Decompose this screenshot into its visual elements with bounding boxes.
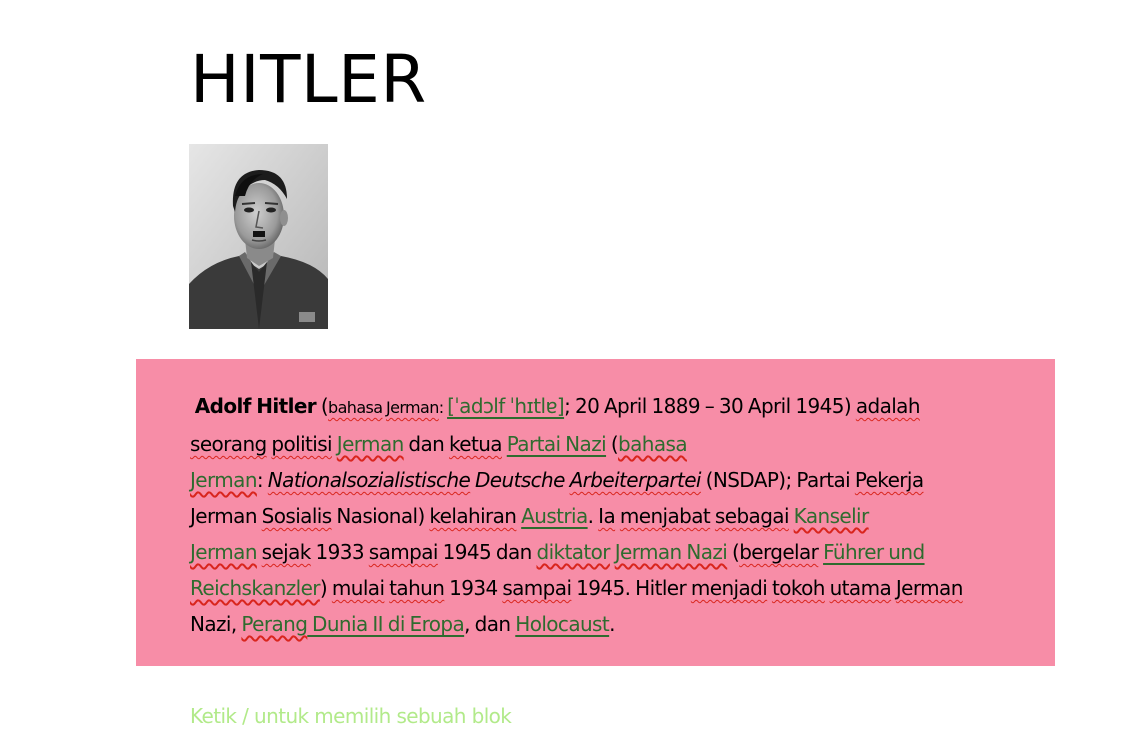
spellcheck-word: mulai	[331, 576, 385, 600]
text-run: :	[438, 398, 448, 417]
spellcheck-word: menjabat	[619, 504, 711, 528]
spellcheck-word: Jerman	[895, 576, 963, 600]
link-jerman[interactable]: Jerman	[337, 432, 404, 456]
spellcheck-word: tahun	[389, 576, 445, 600]
page-title[interactable]: HITLER	[190, 40, 427, 120]
spellcheck-word: Pekerja	[854, 468, 924, 492]
spellcheck-word: sejak	[261, 540, 312, 564]
bold-name: Adolf Hitler	[194, 394, 317, 418]
spellcheck-word: kelahiran	[429, 504, 517, 528]
link-partai-nazi[interactable]: Partai Nazi	[507, 432, 607, 456]
link-bahasa-jerman[interactable]: Jerman	[190, 468, 257, 492]
text-run: (	[316, 394, 329, 418]
italic-word: Nationalsozialistische	[267, 468, 471, 492]
text-run: Nazi,	[190, 612, 242, 636]
spellcheck-word: adalah	[855, 394, 921, 418]
spellcheck-word: Sosialis	[261, 504, 333, 528]
portrait-photo-icon	[189, 144, 328, 329]
spellcheck-word: tokoh	[771, 576, 825, 600]
text-run: 1934	[444, 576, 503, 600]
link-kanselir-jerman[interactable]: Jerman	[190, 540, 257, 564]
link-fuhrer[interactable]: Führer und	[823, 540, 925, 564]
text-run: , dan	[464, 612, 516, 636]
block-placeholder[interactable]: Ketik / untuk memilih sebuah blok	[190, 702, 512, 730]
spellcheck-word: ketua	[449, 432, 503, 456]
link-kanselir[interactable]: Kanselir	[794, 504, 870, 528]
spellcheck-word: seorang	[190, 432, 267, 456]
text-run: 1945. Hitler	[571, 576, 691, 600]
spellcheck-word: utama	[829, 576, 892, 600]
text-run: .	[587, 504, 599, 528]
text-run: .	[609, 612, 615, 636]
spellcheck-word: bergelar	[739, 540, 819, 564]
italic-word: Arbeiterpartei	[569, 468, 702, 492]
link-bahasa[interactable]: bahasa	[618, 432, 688, 456]
link-pronunciation[interactable]: [ˈadɔlf ˈhɪtlɐ]	[447, 394, 565, 418]
portrait-image[interactable]	[189, 144, 328, 329]
text-run: 1933	[310, 540, 369, 564]
spellcheck-word: sampai	[502, 576, 572, 600]
text-run: )	[319, 576, 332, 600]
text-run: (NSDAP); Partai	[700, 468, 855, 492]
text-run: 1945 dan	[437, 540, 537, 564]
spellcheck-word: bahasa	[328, 398, 383, 417]
link-austria[interactable]: Austria	[521, 504, 588, 528]
link-jerman-nazi[interactable]: Jerman Nazi	[615, 540, 728, 564]
text-run: ; 20 April 1889 – 30 April 1945)	[564, 394, 856, 418]
link-perang[interactable]: Perang	[241, 612, 308, 636]
text-run: Jerman	[190, 504, 262, 528]
spellcheck-word: politisi	[271, 432, 333, 456]
italic-word: Deutsche	[470, 468, 570, 492]
text-run: :	[256, 468, 268, 492]
text-run: Nasional)	[331, 504, 430, 528]
editor-canvas: HITLER Adolf Hitler (bahasa Jerman: [ˈad…	[0, 0, 1125, 755]
spellcheck-word: sebagai	[714, 504, 790, 528]
spellcheck-word: Ia	[598, 504, 616, 528]
text-run: (	[606, 432, 619, 456]
spellcheck-word: sampai	[368, 540, 439, 564]
text-run: (	[727, 540, 740, 564]
link-holocaust[interactable]: Holocaust	[515, 612, 609, 636]
paragraph-block[interactable]: Adolf Hitler (bahasa Jerman: [ˈadɔlf ˈhɪ…	[136, 359, 1055, 666]
text-run: dan	[403, 432, 450, 456]
paragraph-text[interactable]: Adolf Hitler (bahasa Jerman: [ˈadɔlf ˈhɪ…	[190, 388, 1020, 642]
spellcheck-word: menjadi	[690, 576, 768, 600]
link-perang-dunia[interactable]: Dunia II di Eropa	[307, 612, 465, 636]
link-diktator[interactable]: diktator	[536, 540, 610, 564]
spellcheck-word: Jerman	[385, 398, 439, 417]
link-reichskanzler[interactable]: Reichskanzler	[190, 576, 321, 600]
